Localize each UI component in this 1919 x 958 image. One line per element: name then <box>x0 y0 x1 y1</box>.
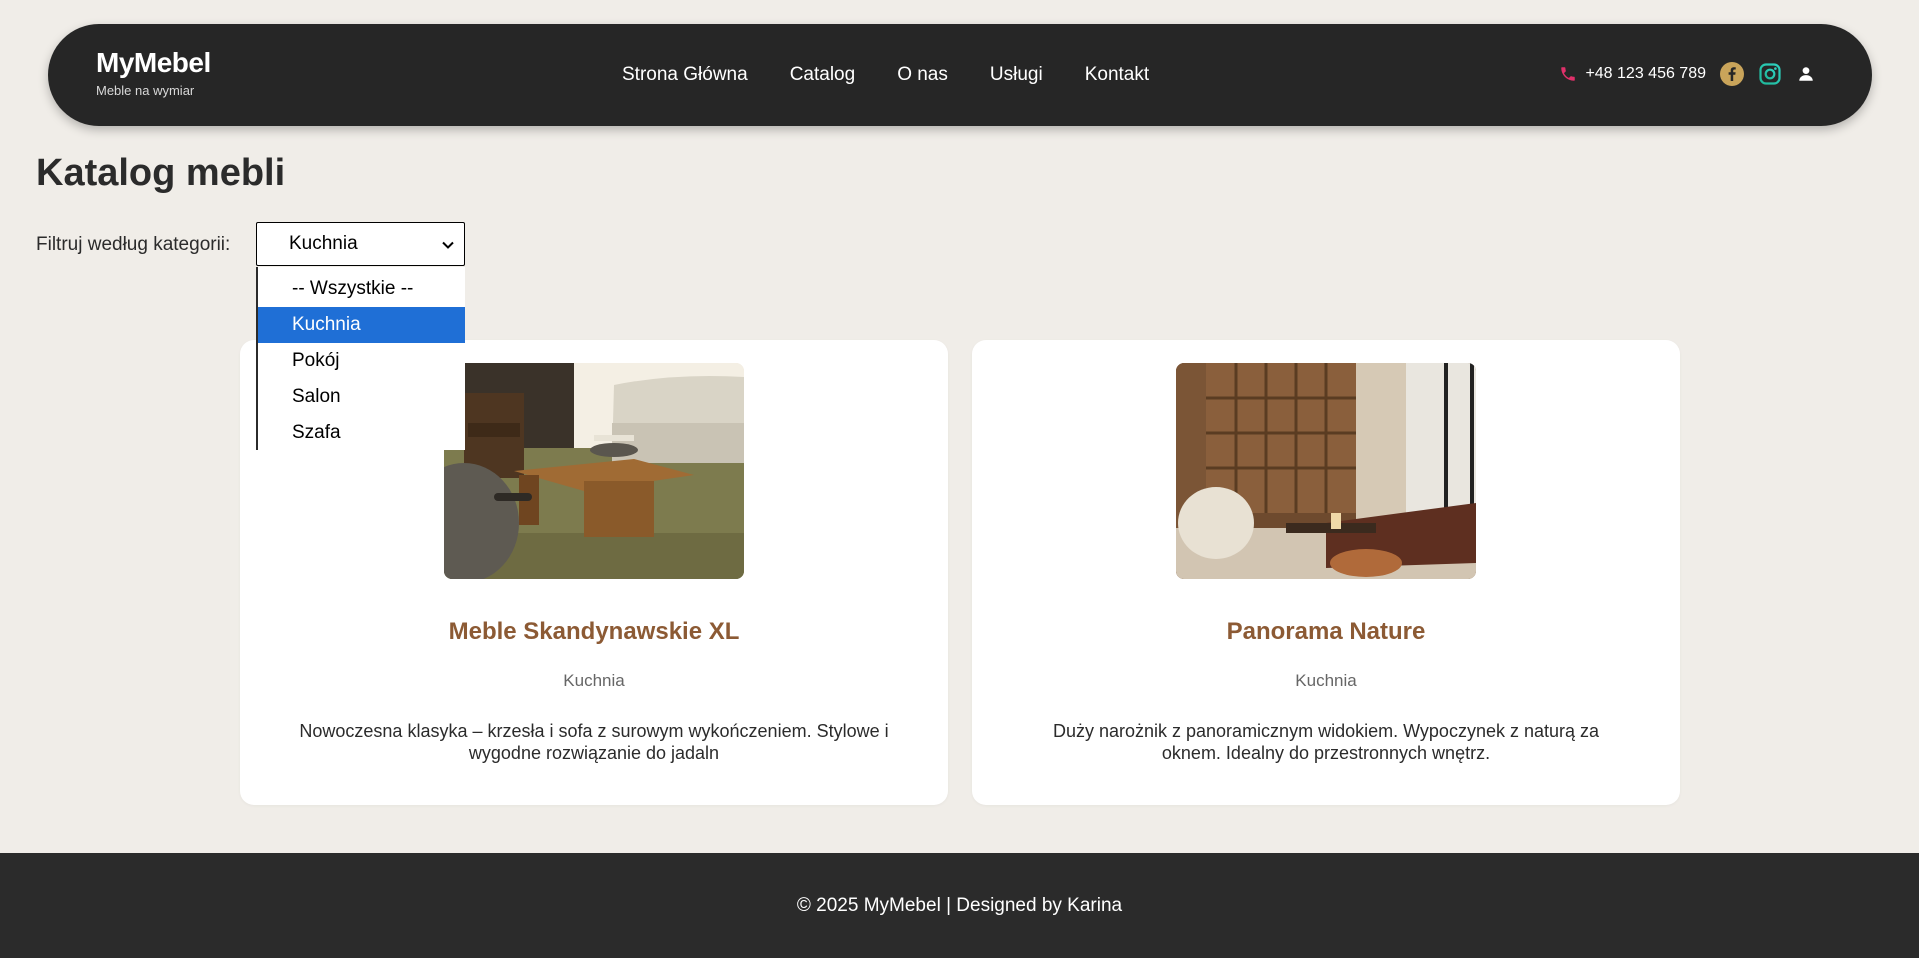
nav-about[interactable]: O nas <box>897 64 948 86</box>
option-pokoj[interactable]: Pokój <box>258 343 465 379</box>
brand[interactable]: MyMebel Meble na wymiar <box>96 48 211 99</box>
product-image <box>1176 363 1476 579</box>
phone-number[interactable]: +48 123 456 789 <box>1585 65 1706 83</box>
nav-contact[interactable]: Kontakt <box>1085 64 1149 86</box>
option-kuchnia[interactable]: Kuchnia <box>258 307 465 343</box>
chevron-down-icon <box>442 241 454 249</box>
product-title[interactable]: Meble Skandynawskie XL <box>240 618 948 646</box>
category-dropdown-list: -- Wszystkie -- Kuchnia Pokój Salon Szaf… <box>256 267 465 450</box>
main-nav: Strona Główna Catalog O nas Usługi Konta… <box>622 64 1149 86</box>
category-select-value: Kuchnia <box>289 233 358 254</box>
product-category: Kuchnia <box>1295 671 1357 690</box>
nav-home[interactable]: Strona Główna <box>622 64 748 86</box>
user-icon[interactable] <box>1796 64 1816 84</box>
product-category: Kuchnia <box>563 671 625 690</box>
site-footer: © 2025 MyMebel | Designed by Karina <box>0 853 1919 958</box>
site-header: MyMebel Meble na wymiar Strona Główna Ca… <box>48 24 1872 126</box>
product-card[interactable]: Panorama Nature Kuchnia Duży narożnik z … <box>972 340 1680 805</box>
product-title[interactable]: Panorama Nature <box>972 618 1680 646</box>
product-description: Nowoczesna klasyka – krzesła i sofa z su… <box>299 721 889 763</box>
product-description: Duży narożnik z panoramicznym widokiem. … <box>1052 721 1600 763</box>
header-contact: +48 123 456 789 <box>1559 60 1816 88</box>
nav-catalog[interactable]: Catalog <box>790 64 856 86</box>
option-all[interactable]: -- Wszystkie -- <box>258 271 465 307</box>
nav-services[interactable]: Usługi <box>990 64 1043 86</box>
instagram-icon[interactable] <box>1758 62 1782 86</box>
facebook-icon[interactable] <box>1720 62 1744 86</box>
page-title: Katalog mebli <box>36 152 286 194</box>
filter-label: Filtruj według kategorii: <box>36 234 231 255</box>
option-szafa[interactable]: Szafa <box>258 415 465 451</box>
phone-icon <box>1561 67 1576 81</box>
option-salon[interactable]: Salon <box>258 379 465 415</box>
brand-name[interactable]: MyMebel <box>96 48 211 78</box>
brand-tagline: Meble na wymiar <box>96 83 195 98</box>
category-select[interactable]: Kuchnia <box>256 222 465 266</box>
product-image <box>444 363 744 579</box>
footer-text: © 2025 MyMebel | Designed by Karina <box>796 894 1123 916</box>
